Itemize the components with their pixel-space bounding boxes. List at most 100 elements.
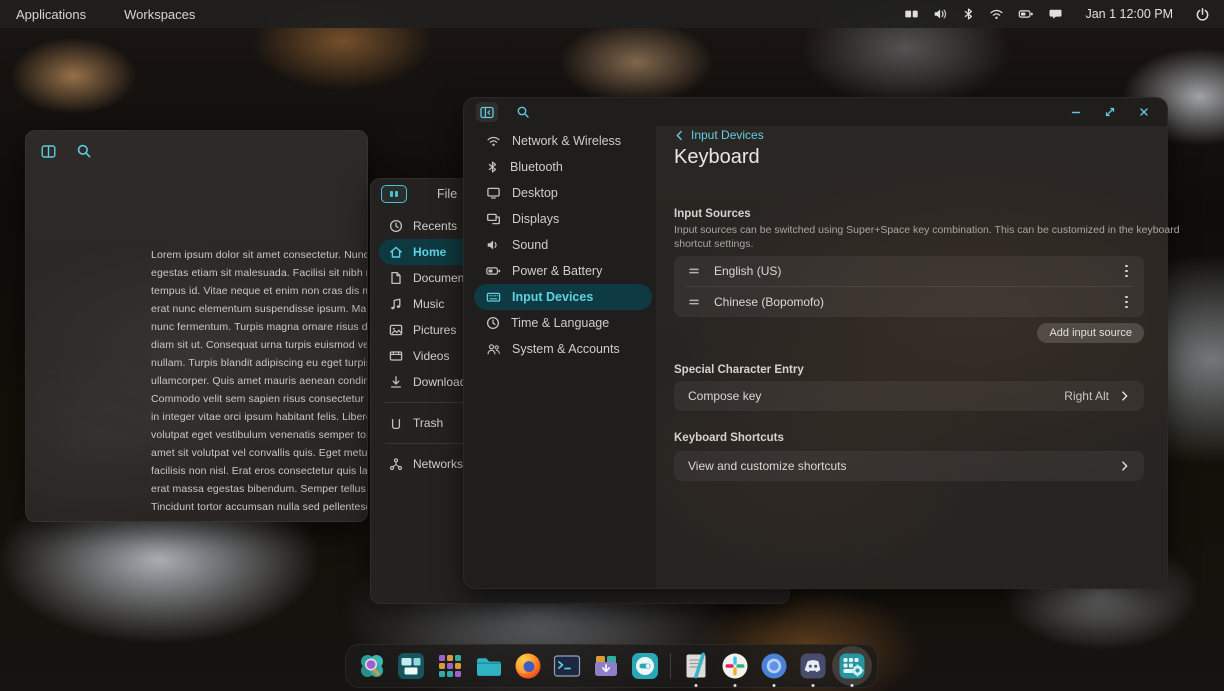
settings-sidebar-item-time-language[interactable]: Time & Language [474,310,652,336]
shortcuts-card: View and customize shortcuts [674,451,1144,481]
keyboard-shortcuts-header: Keyboard Shortcuts [674,432,784,444]
files-sidebar-label: Recents [413,219,457,233]
settings-sidebar-item-system-accounts[interactable]: System & Accounts [474,336,652,362]
editor-line: in integer vitae orci ipsum habitant fel… [151,408,367,426]
files-app-menu-icon[interactable] [381,185,407,203]
dock-app-library-icon[interactable] [435,651,465,681]
dock-cosmic-settings-icon[interactable] [837,651,867,681]
chevron-right-icon [1119,390,1130,402]
applications-menu[interactable]: Applications [16,7,86,22]
compose-key-label: Compose key [688,389,761,403]
dock-launcher-icon[interactable] [357,651,387,681]
input-source-label: Chinese (Bopomofo) [714,295,824,309]
editor-line: volutpat eget vestibulum venenatis sempe… [151,426,367,444]
files-sidebar-label: Videos [413,349,449,363]
panel-toggle-icon[interactable] [39,142,57,160]
minimize-button[interactable] [1065,102,1087,122]
editor-line: facilisis non nisl. Erat eros consectetu… [151,462,367,480]
sidebar-toggle-icon[interactable] [476,102,498,122]
close-button[interactable] [1133,102,1155,122]
settings-sidebar-item-power[interactable]: Power & Battery [474,258,652,284]
compose-key-row[interactable]: Compose key Right Alt [674,381,1144,411]
view-shortcuts-row[interactable]: View and customize shortcuts [674,451,1144,481]
desktop: { "accent": "#5ecbdc", "panel": { "menu_… [0,0,1224,691]
editor-line: diam sit ut. Consequat urna turpis euism… [151,336,367,354]
search-icon[interactable] [512,102,534,122]
drag-handle-icon[interactable] [688,297,700,307]
top-panel: Applications Workspaces Jan 1 12:00 PM [0,0,1224,28]
settings-sidebar-item-desktop[interactable]: Desktop [474,180,652,206]
breadcrumb-label: Input Devices [691,128,764,142]
settings-sidebar-label: Network & Wireless [512,134,621,148]
settings-sidebar-item-sound[interactable]: Sound [474,232,652,258]
dock-settings-icon[interactable] [630,651,660,681]
dock-workspaces-icon[interactable] [396,651,426,681]
dock [345,644,878,688]
text-editor-toolbar[interactable] [26,131,367,160]
power-icon[interactable] [1195,7,1210,22]
dock-slack-icon[interactable] [720,651,750,681]
editor-line: nullam. Turpis blandit adipiscing eu ege… [151,354,367,372]
settings-sidebar-item-input-devices[interactable]: Input Devices [474,284,652,310]
special-character-entry-header: Special Character Entry [674,364,804,376]
input-sources-description: Input sources can be switched using Supe… [674,224,1180,236]
settings-titlebar[interactable] [464,98,1167,126]
editor-line: egestas etiam sit malesuada. Facilisi si… [151,264,367,282]
files-sidebar-label: Home [413,245,446,259]
editor-line: Commodo velit sem sapien risus consectet… [151,390,367,408]
view-shortcuts-label: View and customize shortcuts [688,459,847,473]
files-sidebar-label: Pictures [413,323,456,337]
bluetooth-icon[interactable] [962,7,975,21]
settings-sidebar-label: Sound [512,238,548,252]
compose-key-card: Compose key Right Alt [674,381,1144,411]
notifications-icon[interactable] [1048,7,1063,21]
settings-sidebar: Network & Wireless Bluetooth Desktop Dis… [474,128,652,362]
input-source-row-english[interactable]: English (US) [674,256,1144,286]
chevron-right-icon [1119,460,1130,472]
input-source-label: English (US) [714,264,781,278]
add-input-source-button[interactable]: Add input source [1037,323,1144,343]
kebab-menu-icon[interactable] [1123,292,1130,313]
input-source-row-chinese[interactable]: Chinese (Bopomofo) [674,287,1144,317]
dock-separator [670,653,671,679]
drag-handle-icon[interactable] [688,266,700,276]
editor-line: Tincidunt tortor accumsan nulla sed pell… [151,498,367,515]
dock-files-icon[interactable] [474,651,504,681]
editor-line: tempus id. Vitae neque et enim non cras … [151,282,367,300]
page-title: Keyboard [674,146,760,169]
input-sources-list: English (US) Chinese (Bopomofo) [674,256,1144,317]
maximize-button[interactable] [1099,102,1121,122]
kebab-menu-icon[interactable] [1123,261,1130,282]
dock-store-icon[interactable] [591,651,621,681]
wifi-icon[interactable] [989,7,1004,21]
settings-sidebar-label: Time & Language [511,316,609,330]
editor-line: nunc fermentum. Turpis magna ornare risu… [151,318,367,336]
editor-line: Lorem ipsum dolor sit amet consectetur. … [151,246,367,264]
volume-icon[interactable] [933,7,948,21]
compose-key-value: Right Alt [1064,389,1109,403]
search-icon[interactable] [75,142,93,160]
input-sources-header: Input Sources [674,208,751,220]
settings-sidebar-item-network[interactable]: Network & Wireless [474,128,652,154]
breadcrumb[interactable]: Input Devices [674,128,764,142]
editor-line: amet sit volutpat vel convallis quis. Eg… [151,444,367,462]
settings-sidebar-label: Desktop [512,186,558,200]
clock[interactable]: Jan 1 12:00 PM [1085,7,1173,21]
dock-chromium-icon[interactable] [759,651,789,681]
dock-discord-icon[interactable] [798,651,828,681]
settings-sidebar-label: Input Devices [512,290,593,304]
files-sidebar-label: Trash [413,416,443,430]
editor-line: erat nunc elementum suspendisse ipsum. M… [151,300,367,318]
battery-icon[interactable] [1018,7,1034,21]
dock-firefox-icon[interactable] [513,651,543,681]
dock-text-editor-icon[interactable] [681,651,711,681]
editor-line: erat massa egestas bibendum. Semper tell… [151,480,367,498]
input-sources-description: shortcut settings. [674,238,753,250]
settings-sidebar-item-bluetooth[interactable]: Bluetooth [474,154,652,180]
workspaces-menu[interactable]: Workspaces [124,7,195,22]
dock-terminal-icon[interactable] [552,651,582,681]
settings-sidebar-item-displays[interactable]: Displays [474,206,652,232]
input-sources-icon[interactable] [904,7,919,21]
text-editor-window: Lorem ipsum dolor sit amet consectetur. … [25,130,368,522]
editor-text-area[interactable]: Lorem ipsum dolor sit amet consectetur. … [151,246,367,515]
